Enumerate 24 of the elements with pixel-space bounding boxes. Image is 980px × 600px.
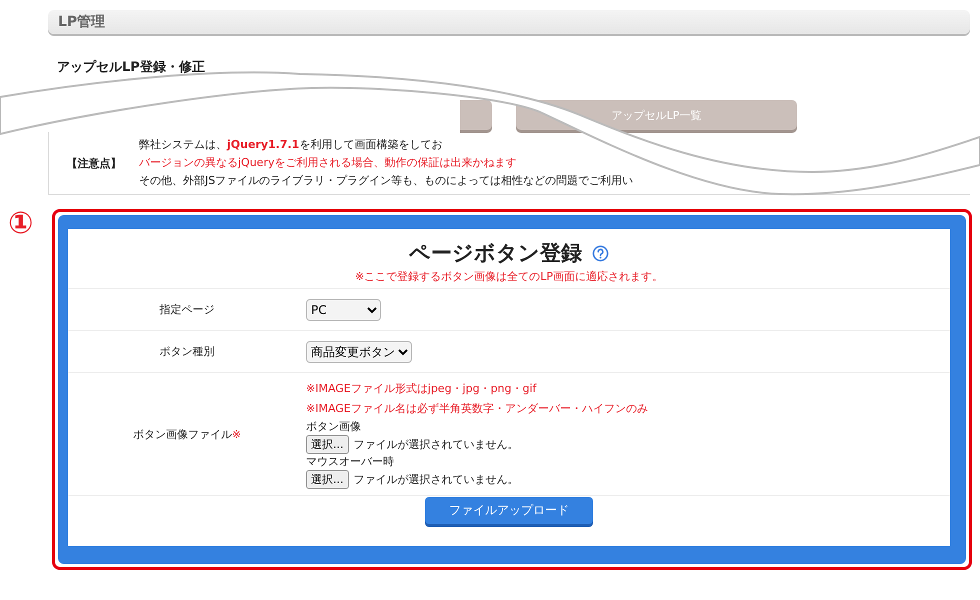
header-title: LP管理: [58, 13, 106, 31]
form-title: ページボタン登録: [409, 240, 582, 267]
upload-button[interactable]: ファイルアップロード: [425, 497, 593, 524]
notice-text: バージョンの異なるjQueryをご利用される場合、動作の保証は出来かねます: [139, 156, 518, 170]
callout-number: ①: [8, 209, 34, 243]
format-note: ※IMAGEファイル名は必ず半角英数字・アンダーバー・ハイフンのみ: [306, 401, 648, 417]
field-label: ボタン種別: [160, 345, 214, 358]
choose-file-button[interactable]: 選択...: [306, 435, 348, 454]
notice-text: 弊社システムは、jQuery1.7.1を利用して画面構築をしてお: [139, 138, 444, 152]
file-caption: マウスオーバー時: [306, 454, 395, 470]
field-label: ボタン画像ファイル※: [132, 428, 242, 440]
dropdown[interactable]: PC: [306, 298, 381, 320]
file-caption: ボタン画像: [306, 419, 362, 435]
field-label: 指定ページ: [160, 303, 214, 316]
choose-file-button[interactable]: 選択...: [306, 470, 348, 489]
dropdown[interactable]: 商品変更ボタン: [306, 340, 412, 362]
notice-label: 【注意点】: [66, 156, 122, 170]
notice-text: その他、外部JSファイルのライブラリ・プラグイン等も、ものによっては相性などの問題でご利用い: [139, 174, 634, 188]
help-icon[interactable]: [592, 244, 609, 262]
file-status: ファイルが選択されていません。: [354, 437, 518, 452]
format-note: ※IMAGEファイル形式はjpeg・jpg・png・gif: [306, 381, 538, 397]
file-status: ファイルが選択されていません。: [354, 472, 518, 487]
form-note: ※ここで登録するボタン画像は全てのLP画面に適応されます。: [354, 269, 664, 285]
page-title: アップセルLP登録・修正: [57, 58, 206, 76]
